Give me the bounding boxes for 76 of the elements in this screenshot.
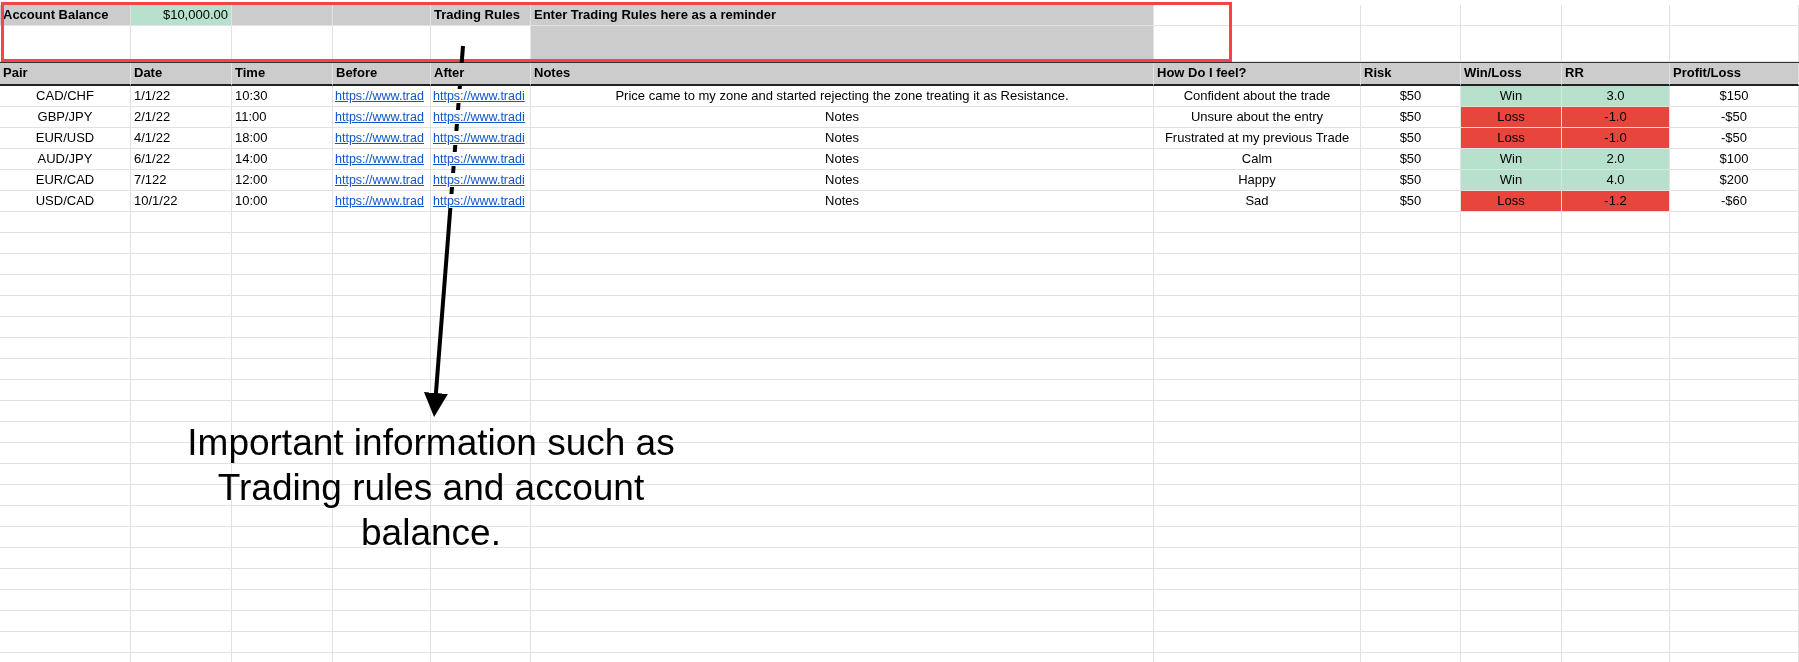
table-cell: -$60 bbox=[1670, 191, 1799, 212]
link[interactable]: https://www.trad bbox=[335, 110, 424, 124]
table-cell: $200 bbox=[1670, 170, 1799, 191]
table-cell: EUR/USD bbox=[0, 128, 131, 149]
column-header: RR bbox=[1562, 63, 1670, 86]
table-cell: Price came to my zone and started rejecting the zone treating it as Resistance. bbox=[531, 86, 1154, 107]
table-cell: $150 bbox=[1670, 86, 1799, 107]
result-cell: Loss bbox=[1461, 128, 1562, 149]
table-cell: Calm bbox=[1154, 149, 1361, 170]
table-cell: 10:00 bbox=[232, 191, 333, 212]
column-header: Before bbox=[333, 63, 431, 86]
table-cell: Happy bbox=[1154, 170, 1361, 191]
link[interactable]: https://www.trad bbox=[335, 152, 424, 166]
table-cell: CAD/CHF bbox=[0, 86, 131, 107]
table-cell: EUR/CAD bbox=[0, 170, 131, 191]
value-cell: $10,000.00 bbox=[131, 5, 232, 26]
column-header: Notes bbox=[531, 63, 1154, 86]
link[interactable]: https://www.tradi bbox=[433, 152, 525, 166]
table-cell: -$50 bbox=[1670, 107, 1799, 128]
table-cell: Notes bbox=[531, 128, 1154, 149]
table-cell: -1.0 bbox=[1562, 107, 1670, 128]
column-header: After bbox=[431, 63, 531, 86]
table-cell: 3.0 bbox=[1562, 86, 1670, 107]
table-cell: 4/1/22 bbox=[131, 128, 232, 149]
result-cell: Win bbox=[1461, 149, 1562, 170]
table-cell: 11:00 bbox=[232, 107, 333, 128]
table-cell: Confident about the trade bbox=[1154, 86, 1361, 107]
annotation-text: Important information such as Trading rules and account balance. bbox=[186, 421, 676, 555]
result-cell: Loss bbox=[1461, 191, 1562, 212]
link[interactable]: https://www.tradi bbox=[433, 173, 525, 187]
table-cell: Notes bbox=[531, 149, 1154, 170]
link[interactable]: https://www.tradi bbox=[433, 110, 525, 124]
table-cell: Notes bbox=[531, 107, 1154, 128]
table-cell: AUD/JPY bbox=[0, 149, 131, 170]
link[interactable]: https://www.tradi bbox=[433, 89, 525, 103]
table-cell: Unsure about the entry bbox=[1154, 107, 1361, 128]
column-header: Profit/Loss bbox=[1670, 63, 1799, 86]
link[interactable]: https://www.trad bbox=[335, 194, 424, 208]
table-cell: 2.0 bbox=[1562, 149, 1670, 170]
table-cell: 2/1/22 bbox=[131, 107, 232, 128]
column-header: Date bbox=[131, 63, 232, 86]
table-cell: 14:00 bbox=[232, 149, 333, 170]
result-cell: Loss bbox=[1461, 107, 1562, 128]
column-header: Risk bbox=[1361, 63, 1461, 86]
table-cell: 10:30 bbox=[232, 86, 333, 107]
table-cell: USD/CAD bbox=[0, 191, 131, 212]
table-cell: -$50 bbox=[1670, 128, 1799, 149]
table-cell: Notes bbox=[531, 170, 1154, 191]
label-cell: Account Balance bbox=[0, 5, 131, 26]
table-cell: 10/1/22 bbox=[131, 191, 232, 212]
table-cell: -1.0 bbox=[1562, 128, 1670, 149]
table-cell: Enter Trading Rules here as a reminder bbox=[531, 5, 1154, 26]
table-cell: Sad bbox=[1154, 191, 1361, 212]
table-cell: 7/122 bbox=[131, 170, 232, 191]
table-cell: GBP/JPY bbox=[0, 107, 131, 128]
table-cell: $100 bbox=[1670, 149, 1799, 170]
link[interactable]: https://www.tradi bbox=[433, 131, 525, 145]
link[interactable]: https://www.trad bbox=[335, 173, 424, 187]
table-cell: 18:00 bbox=[232, 128, 333, 149]
column-header: How Do I feel? bbox=[1154, 63, 1361, 86]
table-cell: 4.0 bbox=[1562, 170, 1670, 191]
label-cell: Trading Rules bbox=[431, 5, 531, 26]
column-header: Time bbox=[232, 63, 333, 86]
table-cell: 1/1/22 bbox=[131, 86, 232, 107]
link[interactable]: https://www.tradi bbox=[433, 194, 525, 208]
column-header: Pair bbox=[0, 63, 131, 86]
table-cell: Notes bbox=[531, 191, 1154, 212]
table-cell: Frustrated at my previous Trade bbox=[1154, 128, 1361, 149]
table-cell: 12:00 bbox=[232, 170, 333, 191]
result-cell: Win bbox=[1461, 86, 1562, 107]
link[interactable]: https://www.trad bbox=[335, 131, 424, 145]
link[interactable]: https://www.trad bbox=[335, 89, 424, 103]
column-header: Win/Loss bbox=[1461, 63, 1562, 86]
table-cell: -1.2 bbox=[1562, 191, 1670, 212]
result-cell: Win bbox=[1461, 170, 1562, 191]
table-cell: 6/1/22 bbox=[131, 149, 232, 170]
